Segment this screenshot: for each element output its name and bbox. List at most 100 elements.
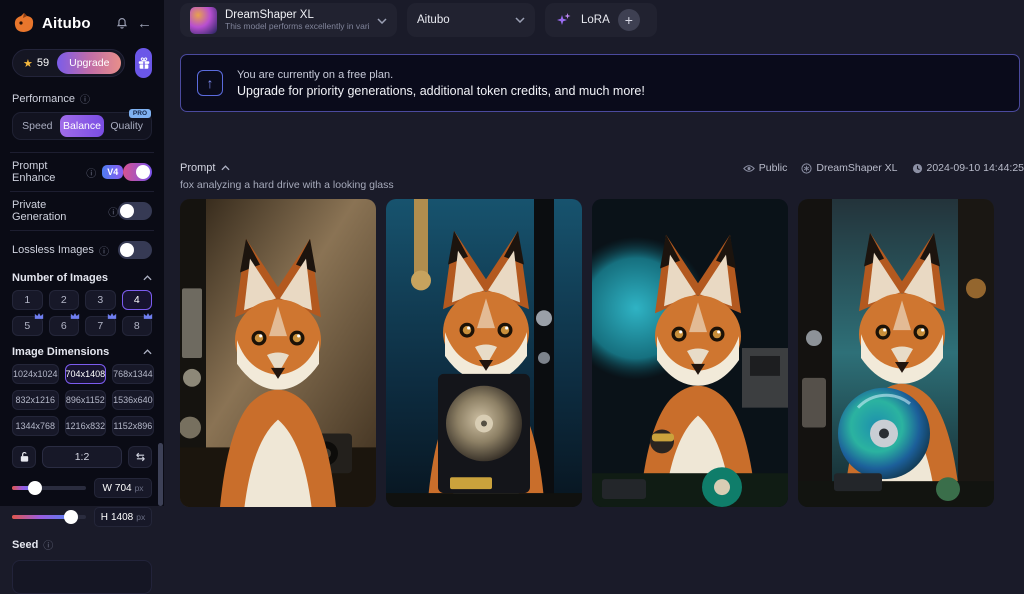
model-thumbnail	[190, 7, 217, 34]
add-lora-button[interactable]: +	[618, 9, 640, 31]
sparkles-icon	[555, 11, 573, 29]
divider	[10, 230, 154, 231]
premium-crown-icon	[70, 312, 80, 320]
notifications-bell-icon[interactable]	[115, 16, 129, 30]
pro-badge: PRO	[129, 109, 151, 118]
chevron-down-icon	[377, 13, 387, 27]
dim-704x1408[interactable]: 704x1408	[65, 364, 107, 384]
num-images-2[interactable]: 2	[49, 290, 80, 310]
number-of-images-header[interactable]: Number of Images	[12, 272, 152, 284]
clock-icon	[912, 163, 923, 174]
image-dimensions-header[interactable]: Image Dimensions	[12, 346, 152, 358]
performance-option-quality[interactable]: Quality PRO	[104, 115, 149, 137]
chevron-down-icon	[515, 14, 525, 26]
premium-crown-icon	[34, 312, 44, 320]
info-icon: ⓘ	[108, 204, 118, 219]
dim-1344x768[interactable]: 1344x768	[12, 416, 59, 436]
prompt-enhance-version-badge[interactable]: V4	[102, 165, 123, 179]
generated-image-1[interactable]	[180, 199, 376, 507]
generated-image-4[interactable]	[798, 199, 994, 507]
num-images-7[interactable]: 7	[85, 316, 116, 336]
generated-image-2[interactable]	[386, 199, 582, 507]
private-generation-toggle[interactable]	[118, 202, 152, 220]
free-plan-banner: ↑ You are currently on a free plan. Upgr…	[180, 54, 1020, 112]
lora-label: LoRA	[581, 14, 610, 26]
main-area: DreamShaper XL This model performs excel…	[164, 0, 1024, 506]
aitubo-logo-icon	[12, 11, 36, 35]
sidebar-header: Aitubo ←	[12, 8, 152, 38]
dim-1536x640[interactable]: 1536x640	[112, 390, 154, 410]
divider	[10, 191, 154, 192]
prompt-collapse-toggle[interactable]: Prompt	[180, 162, 230, 174]
dim-1152x896[interactable]: 1152x896	[112, 416, 154, 436]
height-slider[interactable]	[12, 515, 86, 519]
sidebar-scrollbar[interactable]	[158, 443, 163, 506]
credits-row: ★ 59 Upgrade	[12, 48, 152, 78]
performance-option-speed[interactable]: Speed	[15, 115, 60, 137]
upgrade-arrow-icon: ↑	[197, 70, 223, 96]
premium-crown-icon	[107, 312, 117, 320]
token-credits: ★ 59 Upgrade	[12, 49, 125, 77]
aspect-ratio-row: 1:2	[12, 446, 152, 468]
seed-label: Seedⓘ	[12, 537, 152, 552]
model-selector[interactable]: DreamShaper XL This model performs excel…	[180, 3, 397, 37]
num-images-1[interactable]: 1	[12, 290, 43, 310]
chevron-up-icon	[221, 165, 230, 171]
unlock-icon	[19, 451, 30, 463]
swap-dimensions-button[interactable]	[128, 446, 152, 468]
number-of-images-grid: 1 2 3 4 5 6 7 8	[12, 290, 152, 336]
seed-input[interactable]	[12, 560, 152, 594]
sidebar: Aitubo ← ★ 59 Upgrade Performanceⓘ Speed…	[0, 0, 164, 506]
width-value: W704px	[94, 478, 152, 498]
num-images-5[interactable]: 5	[12, 316, 43, 336]
chevron-up-icon	[143, 346, 152, 358]
private-generation-row: Private Generation ⓘ	[12, 201, 152, 221]
width-slider[interactable]	[12, 486, 86, 490]
divider	[10, 152, 154, 153]
lossless-images-toggle[interactable]	[118, 241, 152, 259]
upgrade-button[interactable]: Upgrade	[57, 52, 121, 74]
lora-selector[interactable]: LoRA +	[545, 3, 657, 37]
generated-images-row	[180, 199, 1024, 507]
model-description: This model performs excellently in vario…	[225, 21, 369, 31]
height-value: H1408px	[94, 507, 152, 527]
height-slider-thumb[interactable]	[64, 510, 78, 524]
lossless-images-row: Lossless Images ⓘ	[12, 240, 152, 260]
generated-image-3[interactable]	[592, 199, 788, 507]
performance-option-balance[interactable]: Balance	[60, 115, 105, 137]
info-icon: ⓘ	[86, 165, 96, 180]
provider-selector[interactable]: Aitubo	[407, 3, 535, 37]
lock-ratio-button[interactable]	[12, 446, 36, 468]
dim-896x1152[interactable]: 896x1152	[65, 390, 107, 410]
width-slider-row: W704px	[12, 478, 152, 498]
info-icon: ⓘ	[43, 537, 53, 552]
meta-model: DreamShaper XL	[801, 162, 897, 174]
collapse-sidebar-arrow-icon[interactable]: ←	[137, 15, 152, 32]
premium-crown-icon	[143, 312, 153, 320]
info-icon: ⓘ	[99, 243, 109, 258]
dim-1216x832[interactable]: 1216x832	[65, 416, 107, 436]
prompt-header-row: Prompt Public DreamShaper XL 2024-09-10 …	[180, 162, 1024, 174]
prompt-enhance-toggle[interactable]	[123, 163, 152, 181]
num-images-4[interactable]: 4	[122, 290, 153, 310]
dim-832x1216[interactable]: 832x1216	[12, 390, 59, 410]
banner-line2: Upgrade for priority generations, additi…	[237, 84, 645, 98]
num-images-6[interactable]: 6	[49, 316, 80, 336]
num-images-8[interactable]: 8	[122, 316, 153, 336]
width-slider-thumb[interactable]	[28, 481, 42, 495]
eye-icon	[743, 164, 755, 173]
dim-1024x1024[interactable]: 1024x1024	[12, 364, 59, 384]
dim-768x1344[interactable]: 768x1344	[112, 364, 154, 384]
gift-icon	[137, 56, 151, 70]
model-badge-icon	[801, 163, 812, 174]
generation-meta: Public DreamShaper XL 2024-09-10 14:44:2…	[743, 162, 1024, 174]
gift-button[interactable]	[135, 48, 152, 78]
chevron-up-icon	[143, 272, 152, 284]
prompt-text: fox analyzing a hard drive with a lookin…	[180, 179, 1024, 191]
info-icon: ⓘ	[80, 91, 90, 106]
num-images-3[interactable]: 3	[85, 290, 116, 310]
aspect-ratio-value[interactable]: 1:2	[42, 446, 122, 468]
performance-segmented-control: Speed Balance Quality PRO	[12, 112, 152, 140]
image-dimensions-grid: 1024x1024 704x1408 768x1344 832x1216 896…	[12, 364, 152, 436]
star-icon: ★	[23, 57, 33, 70]
